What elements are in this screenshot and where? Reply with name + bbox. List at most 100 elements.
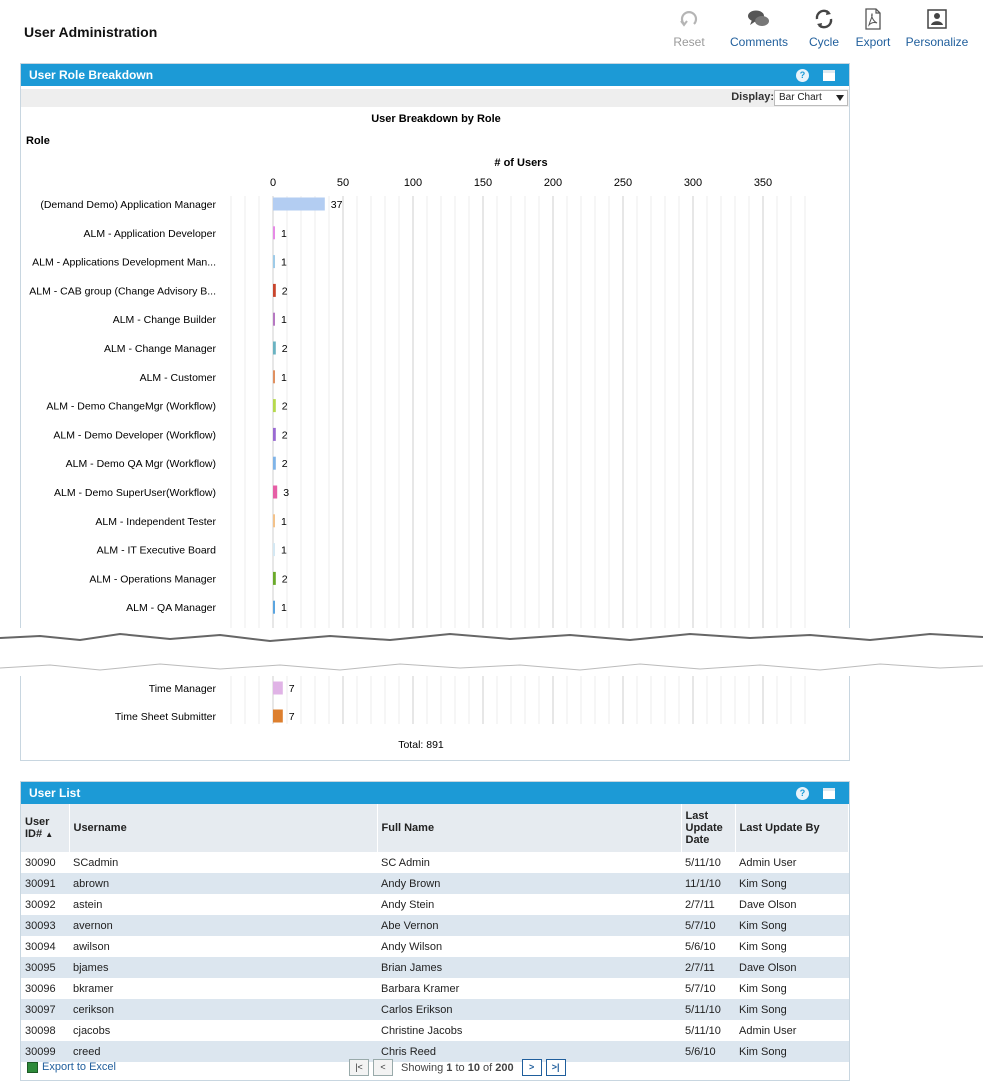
export-pdf-icon — [865, 8, 881, 30]
user-list-panel: User List ? User ID# ▲ Username Full Nam… — [20, 781, 850, 1081]
export-button[interactable]: Export — [843, 8, 903, 49]
cell-user-id: 30091 — [21, 873, 69, 894]
bar-value-label: 2 — [282, 343, 288, 355]
users-panel-title: User List — [29, 786, 81, 800]
cell-full-name: Brian James — [377, 957, 681, 978]
bar — [273, 399, 276, 413]
cell-last-update-date: 2/7/11 — [685, 898, 715, 911]
col-header-full-name[interactable]: Full Name — [377, 804, 682, 852]
x-tick-label: 350 — [754, 177, 772, 189]
table-row[interactable]: 30097 cerikson Carlos Erikson 5/11/10 Kim So… — [21, 999, 849, 1020]
bar — [273, 514, 275, 528]
cell-user-id: 30096 — [25, 982, 56, 995]
cell-last-update-date: 5/7/10 — [681, 915, 735, 936]
category-label: ALM - IT Executive Board — [97, 545, 217, 557]
category-label: ALM - Demo Developer (Workflow) — [53, 429, 216, 441]
table-row[interactable]: 30092 astein Andy Stein 2/7/11 Dave Olson — [21, 894, 849, 915]
col-header-last-update-by[interactable]: Last Update By — [735, 804, 849, 852]
cell-full-name: Christine Jacobs — [381, 1024, 463, 1037]
col-header-last-update-date[interactable]: Last Update Date — [681, 804, 736, 852]
x-tick-label: 50 — [337, 177, 349, 189]
cell-last-update-by: Dave Olson — [735, 957, 849, 978]
bar — [273, 709, 283, 723]
category-label: (Demand Demo) Application Manager — [40, 199, 216, 211]
cell-last-update-by: Kim Song — [739, 940, 787, 953]
cycle-icon — [815, 9, 833, 29]
bar-value-label: 2 — [282, 458, 288, 470]
table-row[interactable]: 30094 awilson Andy Wilson 5/6/10 Kim Song — [21, 936, 849, 957]
cell-last-update-by: Admin User — [739, 856, 797, 869]
bar — [273, 427, 276, 441]
cell-full-name: Carlos Erikson — [377, 999, 681, 1020]
col-header-username[interactable]: Username — [69, 804, 378, 852]
cell-username: bjames — [69, 957, 377, 978]
bar-value-label: 1 — [281, 314, 287, 326]
chart-title: User Breakdown by Role — [371, 113, 501, 125]
x-tick-label: 250 — [614, 177, 632, 189]
sort-ascending-icon: ▲ — [45, 829, 54, 839]
col-header-user-id[interactable]: User ID# ▲ — [21, 804, 70, 852]
category-label: ALM - Demo SuperUser(Workflow) — [54, 487, 216, 499]
cell-username: avernon — [69, 915, 377, 936]
maximize-icon[interactable] — [823, 787, 835, 799]
first-page-button[interactable]: |< — [349, 1059, 369, 1076]
comments-button[interactable]: Comments — [719, 8, 799, 49]
category-label: ALM - Change Manager — [104, 343, 217, 355]
cell-last-update-date: 11/1/10 — [681, 873, 735, 894]
cell-user-id: 30090 — [25, 856, 56, 869]
bar — [273, 226, 275, 240]
excel-icon — [27, 1061, 38, 1073]
next-page-button[interactable]: > — [521, 1059, 542, 1076]
last-page-button[interactable]: >| — [545, 1059, 566, 1076]
x-tick-label: 200 — [544, 177, 562, 189]
chart-total-label: Total: 891 — [398, 739, 444, 751]
bar-value-label: 1 — [281, 602, 287, 614]
personalize-button[interactable]: Personalize — [897, 8, 977, 49]
page-break-tear — [0, 628, 983, 676]
bar-value-label: 1 — [281, 372, 287, 384]
cell-username: cerikson — [69, 999, 377, 1020]
bar — [273, 312, 275, 326]
x-tick-label: 300 — [684, 177, 702, 189]
personalize-label: Personalize — [905, 35, 969, 49]
cell-user-id: 30098 — [25, 1024, 56, 1037]
prev-page-button[interactable]: < — [373, 1059, 393, 1076]
cell-username: bkramer — [73, 982, 114, 995]
reset-button[interactable]: Reset — [649, 8, 729, 49]
category-label: ALM - QA Manager — [126, 602, 216, 614]
cell-username: abrown — [69, 873, 377, 894]
table-row[interactable]: 30096 bkramer Barbara Kramer 5/7/10 Kim Song — [21, 978, 849, 999]
users-panel-header: User List ? — [21, 782, 849, 804]
bar-value-label: 3 — [283, 487, 289, 499]
table-header-row: User ID# ▲ Username Full Name Last Updat… — [21, 804, 849, 852]
table-row[interactable]: 30090 SCadmin SC Admin 5/11/10 Admin User — [21, 852, 849, 873]
cell-last-update-by: Kim Song — [735, 915, 849, 936]
cell-last-update-by: Admin User — [739, 1024, 797, 1037]
table-row[interactable]: 30098 cjacobs Christine Jacobs 5/11/10 Admin… — [21, 1020, 849, 1041]
cell-full-name: Barbara Kramer — [381, 982, 460, 995]
help-icon[interactable]: ? — [796, 786, 809, 800]
pager-status: Showing 1 to 10 of 200 — [401, 1061, 514, 1074]
comments-label: Comments — [729, 35, 788, 49]
category-label: ALM - Demo QA Mgr (Workflow) — [66, 458, 216, 470]
bar — [273, 543, 275, 557]
bar-value-label: 2 — [282, 429, 288, 441]
table-row[interactable]: 30091 abrown Andy Brown 11/1/10 Kim Song — [21, 873, 849, 894]
cell-username: cjacobs — [73, 1024, 111, 1037]
page-title: User Administration — [24, 24, 158, 40]
export-to-excel-link[interactable]: Export to Excel — [27, 1061, 116, 1073]
table-row[interactable]: 30093 avernon Abe Vernon 5/7/10 Kim Song — [21, 915, 849, 936]
cell-last-update-date: 5/6/10 — [685, 940, 716, 953]
cell-last-update-date: 5/7/10 — [685, 982, 716, 995]
reset-icon — [680, 11, 698, 27]
table-row[interactable]: 30095 bjames Brian James 2/7/11 Dave Olson — [21, 957, 849, 978]
cell-full-name: Andy Wilson — [381, 940, 443, 953]
comments-icon — [748, 10, 769, 26]
bar-value-label: 2 — [282, 285, 288, 297]
cell-user-id: 30097 — [21, 999, 69, 1020]
bar-value-label: 7 — [289, 683, 295, 695]
category-label: ALM - Operations Manager — [89, 573, 216, 585]
category-label: ALM - Application Developer — [84, 228, 217, 240]
table-footer: Export to Excel |< < Showing 1 to 10 of … — [21, 1056, 849, 1080]
bar — [273, 456, 276, 470]
